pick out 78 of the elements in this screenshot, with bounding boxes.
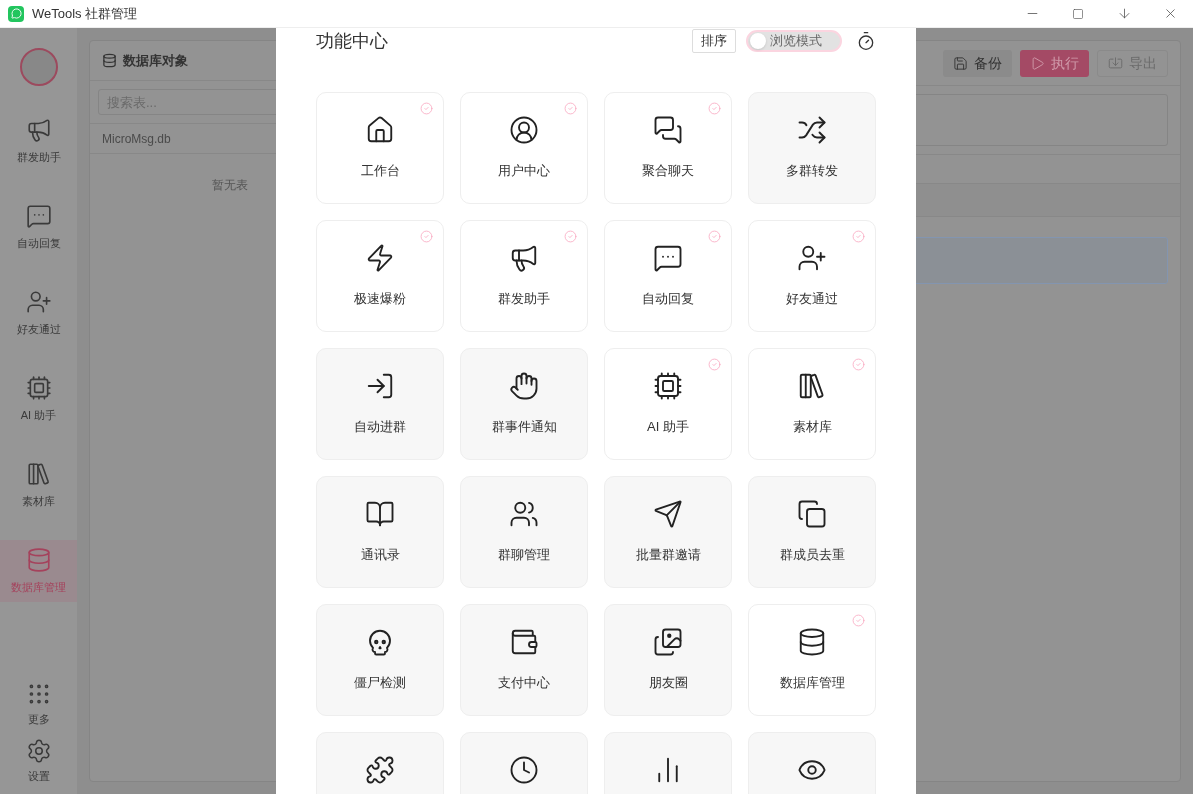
panel-title: 数据库对象 (123, 51, 188, 70)
megaphone-icon (25, 116, 52, 143)
add-user-icon (797, 243, 827, 273)
check-icon (708, 102, 721, 115)
chat-icon (653, 243, 683, 273)
chat-bubbles-icon (653, 115, 683, 145)
puzzle-icon (365, 755, 395, 785)
sidebar-item[interactable]: AI 助手 (0, 368, 77, 430)
send-icon (653, 499, 683, 529)
chat-icon (25, 202, 52, 229)
sidebar-item[interactable]: 群发助手 (0, 110, 77, 172)
house-icon (365, 115, 395, 145)
feature-card[interactable]: 用户中心 (460, 92, 588, 204)
books-icon (25, 460, 52, 487)
sidebar-item[interactable]: 素材库 (0, 454, 77, 516)
feature-card[interactable]: AI 助手 (604, 348, 732, 460)
enter-icon (365, 371, 395, 401)
feature-card[interactable]: 通讯录 (316, 476, 444, 588)
dialog-title: 功能中心 (316, 29, 388, 53)
save-icon (953, 55, 968, 71)
settings-icon (25, 737, 52, 764)
feature-card[interactable]: 极速爆粉 (316, 220, 444, 332)
feature-card[interactable]: 僵尸检测 (316, 604, 444, 716)
lightning-icon (365, 243, 395, 273)
feature-card[interactable]: 素材库 (748, 348, 876, 460)
feature-card[interactable]: 自动回复 (604, 220, 732, 332)
wallet-icon (509, 627, 539, 657)
chip-icon (653, 371, 683, 401)
sidebar-item[interactable]: 设置 (25, 737, 52, 784)
check-icon (420, 102, 433, 115)
feature-card[interactable]: 数据库管理 (748, 604, 876, 716)
copy-icon (797, 499, 827, 529)
images-icon (653, 627, 683, 657)
database-icon (25, 546, 52, 573)
sidebar-item[interactable]: 好友通过 (0, 282, 77, 344)
app-logo-icon (8, 5, 24, 22)
megaphone-icon (509, 243, 539, 273)
check-icon (708, 230, 721, 243)
check-icon (852, 358, 865, 371)
feature-card[interactable]: 批量群邀请 (604, 476, 732, 588)
check-icon (420, 230, 433, 243)
sort-button[interactable]: 排序 (692, 29, 736, 53)
users-icon (509, 499, 539, 529)
chip-icon (25, 374, 52, 401)
clock-icon (509, 755, 539, 785)
timer-icon[interactable] (856, 31, 876, 51)
toolbar-button[interactable]: 备份 (943, 49, 1012, 77)
feature-card[interactable]: 自动进群 (316, 348, 444, 460)
feature-card[interactable]: 支付中心 (460, 604, 588, 716)
feature-card[interactable]: 群成员去重 (748, 476, 876, 588)
check-icon (708, 358, 721, 371)
hand-icon (509, 371, 539, 401)
feature-card[interactable]: 群发助手 (460, 220, 588, 332)
check-icon (564, 230, 577, 243)
shuffle-icon (797, 115, 827, 145)
feature-card[interactable]: 群聊管理 (460, 476, 588, 588)
feature-card[interactable]: 朋友圈 (604, 604, 732, 716)
feature-card[interactable]: 聚合聊天 (604, 92, 732, 204)
database-icon (797, 627, 827, 657)
feature-card[interactable]: 群事件通知 (460, 348, 588, 460)
empty-text: 暂无表 (210, 177, 248, 194)
database-icon (102, 53, 117, 68)
user-icon (509, 115, 539, 145)
book-icon (365, 499, 395, 529)
feature-card[interactable]: 好友通过 (748, 220, 876, 332)
add-user-icon (25, 288, 52, 315)
check-icon (564, 102, 577, 115)
sidebar-item[interactable]: 自动回复 (0, 196, 77, 258)
browse-mode-toggle[interactable]: 浏览模式 (746, 30, 842, 52)
feature-card[interactable]: 多群转发 (748, 92, 876, 204)
sidebar-item[interactable]: 更多 (25, 681, 52, 728)
play-icon (1030, 55, 1045, 71)
window-title: WeTools 社群管理 (32, 4, 138, 23)
feature-card[interactable]: 工作台 (316, 92, 444, 204)
download-icon (1108, 55, 1123, 71)
check-icon (852, 230, 865, 243)
avatar (19, 48, 58, 86)
check-icon (852, 614, 865, 627)
